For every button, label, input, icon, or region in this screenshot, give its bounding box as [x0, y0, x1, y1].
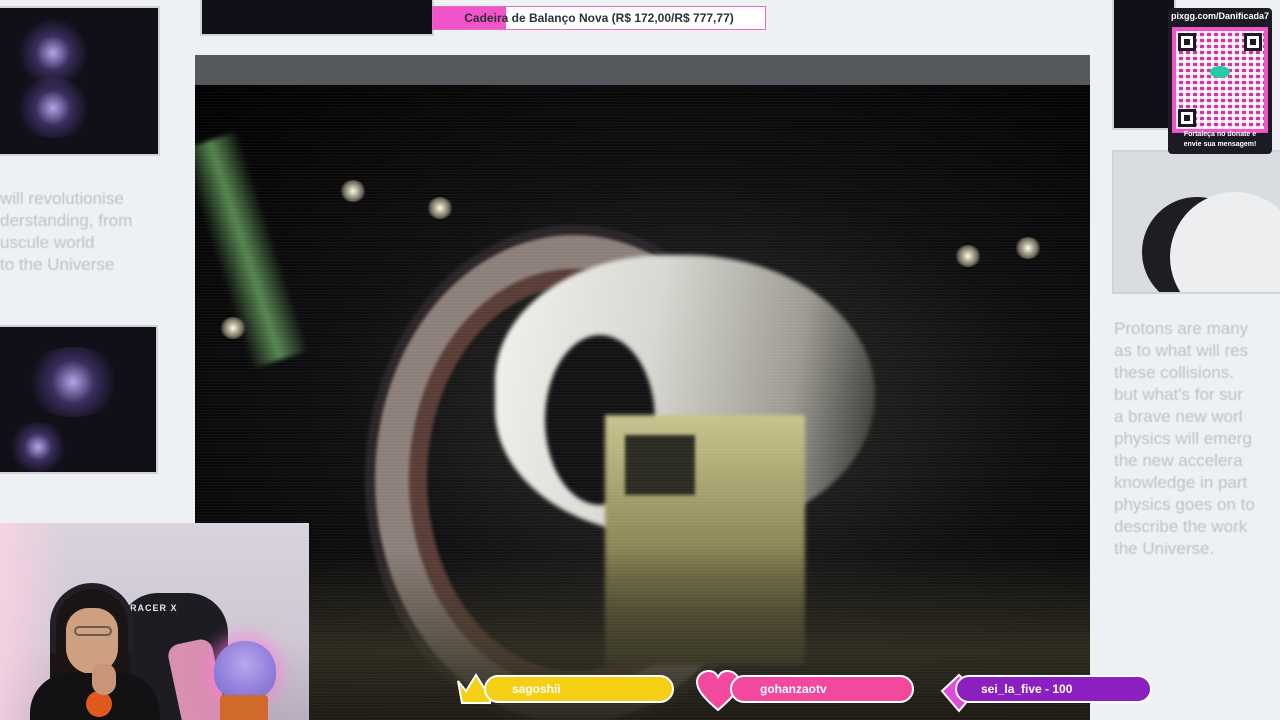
- background-thumbnail: [1112, 0, 1176, 130]
- alert-username: sagoshii: [512, 682, 561, 696]
- alert-username: gohanzaotv: [760, 682, 827, 696]
- donation-goal-bar: Cadeira de Balanço Nova (R$ 172,00/R$ 77…: [432, 6, 766, 30]
- background-thumbnail: [0, 6, 160, 156]
- chair-brand-label: RACER X: [130, 603, 178, 613]
- background-article-text: Protons are many as to what will res the…: [1114, 319, 1255, 558]
- background-article-text: will revolutionise derstanding, from usc…: [0, 189, 133, 274]
- background-thumbnail: [0, 325, 158, 474]
- eye-icon: [1210, 66, 1230, 78]
- qr-code-icon: [1172, 27, 1268, 133]
- pix-qr-widget: pixgg.com/Danificada7 Fortaleça no donat…: [1168, 8, 1272, 154]
- alert-username: sei_la_five - 100: [981, 682, 1073, 696]
- recent-alert: sei_la_five - 100: [955, 675, 1152, 703]
- pix-caption: Fortaleça no donate e envie sua mensagem…: [1183, 131, 1257, 148]
- plush-toy: [214, 641, 276, 699]
- video-frame: [195, 55, 1090, 720]
- background-thumbnail: [200, 0, 434, 36]
- pix-url: pixgg.com/Danificada7: [1170, 11, 1270, 21]
- donation-goal-label: Cadeira de Balanço Nova (R$ 172,00/R$ 77…: [464, 11, 734, 25]
- recent-alert: sagoshii: [484, 675, 674, 703]
- background-thumbnail: [1112, 150, 1280, 294]
- recent-alert: gohanzaotv: [730, 675, 914, 703]
- webcam-feed: RACER X: [0, 523, 309, 720]
